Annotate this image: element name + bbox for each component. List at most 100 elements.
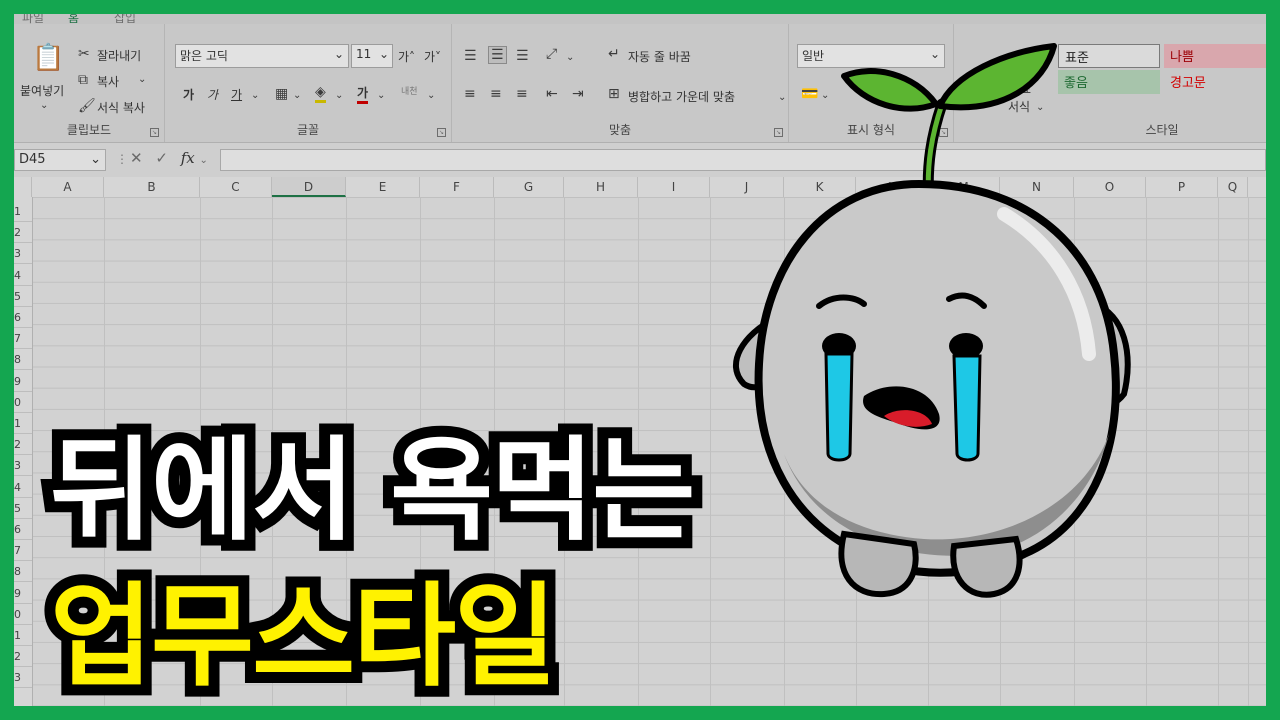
- align-top-icon[interactable]: ☰: [464, 48, 477, 64]
- row-header[interactable]: 5: [14, 286, 32, 307]
- copy-button[interactable]: 복사: [97, 73, 119, 90]
- chevron-down-icon[interactable]: ⌄: [138, 72, 146, 88]
- italic-button[interactable]: 가: [207, 86, 218, 103]
- select-all-corner[interactable]: [14, 177, 32, 197]
- increase-indent-icon[interactable]: ⇥: [572, 86, 584, 102]
- paste-icon[interactable]: 📋: [32, 45, 64, 71]
- merge-center-icon[interactable]: ⊞: [608, 86, 620, 102]
- chevron-down-icon[interactable]: ⌄: [251, 88, 259, 104]
- paste-button[interactable]: 붙여넣기: [20, 82, 64, 99]
- font-size-value: 11: [356, 47, 372, 61]
- row-header[interactable]: 9: [14, 371, 32, 392]
- font-name-value: 맑은 고딕: [180, 49, 228, 63]
- decrease-indent-icon[interactable]: ⇤: [546, 86, 558, 102]
- column-header-h[interactable]: H: [564, 177, 638, 197]
- row-header[interactable]: 0: [14, 392, 32, 413]
- row-header[interactable]: 1: [14, 625, 32, 646]
- enter-icon[interactable]: ✓: [155, 149, 168, 167]
- tab-partial[interactable]: 파일: [22, 14, 44, 24]
- tab-home-partial[interactable]: 홈: [68, 14, 79, 24]
- chevron-down-icon[interactable]: ⌄: [566, 50, 574, 66]
- row-header[interactable]: 2: [14, 222, 32, 244]
- right-foot: [950, 535, 1023, 598]
- column-header-b[interactable]: B: [104, 177, 200, 197]
- clipboard-group: 📋 붙여넣기 ⌄ ✂ 잘라내기 ⧉ 복사 ⌄ 🖌 서식 복사 클립보드 ↘: [14, 24, 165, 142]
- column-header-d[interactable]: D: [272, 177, 346, 197]
- row-header[interactable]: 1: [14, 413, 32, 434]
- dialog-launcher-icon[interactable]: ↘: [437, 128, 446, 137]
- column-header-g[interactable]: G: [494, 177, 564, 197]
- style-bad[interactable]: 나쁨: [1164, 44, 1266, 68]
- underline-button[interactable]: 가: [231, 86, 242, 103]
- grow-font-button[interactable]: 가˄: [398, 48, 415, 65]
- fill-color-icon[interactable]: ◈: [315, 84, 326, 103]
- row-header[interactable]: 2: [14, 646, 32, 668]
- align-bottom-icon[interactable]: ☰: [516, 48, 529, 64]
- row-header[interactable]: 1: [14, 201, 32, 222]
- border-icon[interactable]: ▦: [275, 86, 288, 102]
- style-warning[interactable]: 경고문: [1164, 70, 1266, 94]
- column-header-e[interactable]: E: [346, 177, 420, 197]
- font-size-select[interactable]: 11 ⌄: [351, 44, 393, 68]
- cut-button[interactable]: 잘라내기: [97, 47, 141, 64]
- row-header[interactable]: 0: [14, 604, 32, 625]
- row-header[interactable]: 4: [14, 265, 32, 286]
- chevron-down-icon[interactable]: ⌄: [200, 155, 208, 166]
- format-painter-icon[interactable]: 🖌: [78, 98, 96, 114]
- chevron-down-icon[interactable]: ⌄: [427, 88, 435, 104]
- row-header[interactable]: 8: [14, 349, 32, 371]
- column-header-i[interactable]: I: [638, 177, 710, 197]
- wrap-text-button[interactable]: 자동 줄 바꿈: [628, 48, 691, 65]
- ribbon-tab-strip: 파일 홈 삽입: [14, 14, 1266, 24]
- chevron-down-icon[interactable]: ⌄: [293, 88, 301, 104]
- column-header-a[interactable]: A: [32, 177, 104, 197]
- chevron-down-icon[interactable]: ⌄: [377, 88, 385, 104]
- insert-function-icon[interactable]: fx: [181, 149, 195, 167]
- dialog-launcher-icon[interactable]: ↘: [150, 128, 159, 137]
- column-header-c[interactable]: C: [200, 177, 272, 197]
- chevron-down-icon: ⌄: [378, 47, 389, 61]
- row-header[interactable]: 9: [14, 583, 32, 604]
- left-foot: [838, 530, 919, 598]
- row-header[interactable]: 6: [14, 519, 32, 540]
- align-left-icon[interactable]: ≡: [464, 86, 476, 102]
- shrink-font-button[interactable]: 가˅: [424, 48, 441, 65]
- phonetic-button[interactable]: 내천: [401, 84, 418, 97]
- row-header[interactable]: 6: [14, 307, 32, 328]
- clipboard-group-label: 클립보드: [66, 123, 112, 137]
- copy-icon[interactable]: ⧉: [78, 72, 88, 88]
- left-tear-icon: [824, 352, 854, 462]
- row-header[interactable]: 3: [14, 243, 32, 265]
- chevron-down-icon[interactable]: ⌄: [40, 98, 48, 114]
- name-box-value: D45: [19, 152, 46, 167]
- column-gridline: [1248, 197, 1249, 706]
- column-header-f[interactable]: F: [420, 177, 494, 197]
- column-header-q[interactable]: Q: [1218, 177, 1248, 197]
- format-painter-button[interactable]: 서식 복사: [97, 99, 145, 116]
- row-header[interactable]: 5: [14, 498, 32, 519]
- orientation-icon[interactable]: ⤢: [546, 46, 557, 62]
- row-header[interactable]: 3: [14, 667, 32, 689]
- wrap-text-icon[interactable]: ↵: [608, 46, 620, 62]
- tab-partial[interactable]: 삽입: [114, 14, 136, 24]
- font-group: 맑은 고딕 ⌄ 11 ⌄ 가˄ 가˅ 가 가 가 ⌄ ▦ ⌄ ◈ ⌄ 가 ⌄ 내…: [165, 24, 452, 142]
- row-header[interactable]: 3: [14, 455, 32, 477]
- row-header[interactable]: 7: [14, 540, 32, 562]
- font-name-select[interactable]: 맑은 고딕 ⌄: [175, 44, 349, 68]
- scissors-icon[interactable]: ✂: [78, 46, 90, 62]
- font-group-label: 글꼴: [296, 123, 320, 137]
- chevron-down-icon[interactable]: ⌄: [335, 88, 343, 104]
- align-middle-icon[interactable]: ☰: [488, 46, 507, 64]
- bold-button[interactable]: 가: [183, 86, 194, 103]
- align-center-icon[interactable]: ≡: [490, 86, 502, 102]
- name-box[interactable]: D45 ⌄: [14, 149, 106, 171]
- row-header[interactable]: 7: [14, 328, 32, 350]
- chevron-down-icon: ⌄: [90, 152, 101, 167]
- sprout-leaf-left: [841, 68, 939, 112]
- font-color-button[interactable]: 가: [357, 84, 369, 104]
- align-right-icon[interactable]: ≡: [516, 86, 528, 102]
- row-header[interactable]: 8: [14, 561, 32, 583]
- row-header[interactable]: 2: [14, 434, 32, 456]
- row-header[interactable]: 4: [14, 477, 32, 498]
- cancel-icon[interactable]: ✕: [130, 149, 143, 167]
